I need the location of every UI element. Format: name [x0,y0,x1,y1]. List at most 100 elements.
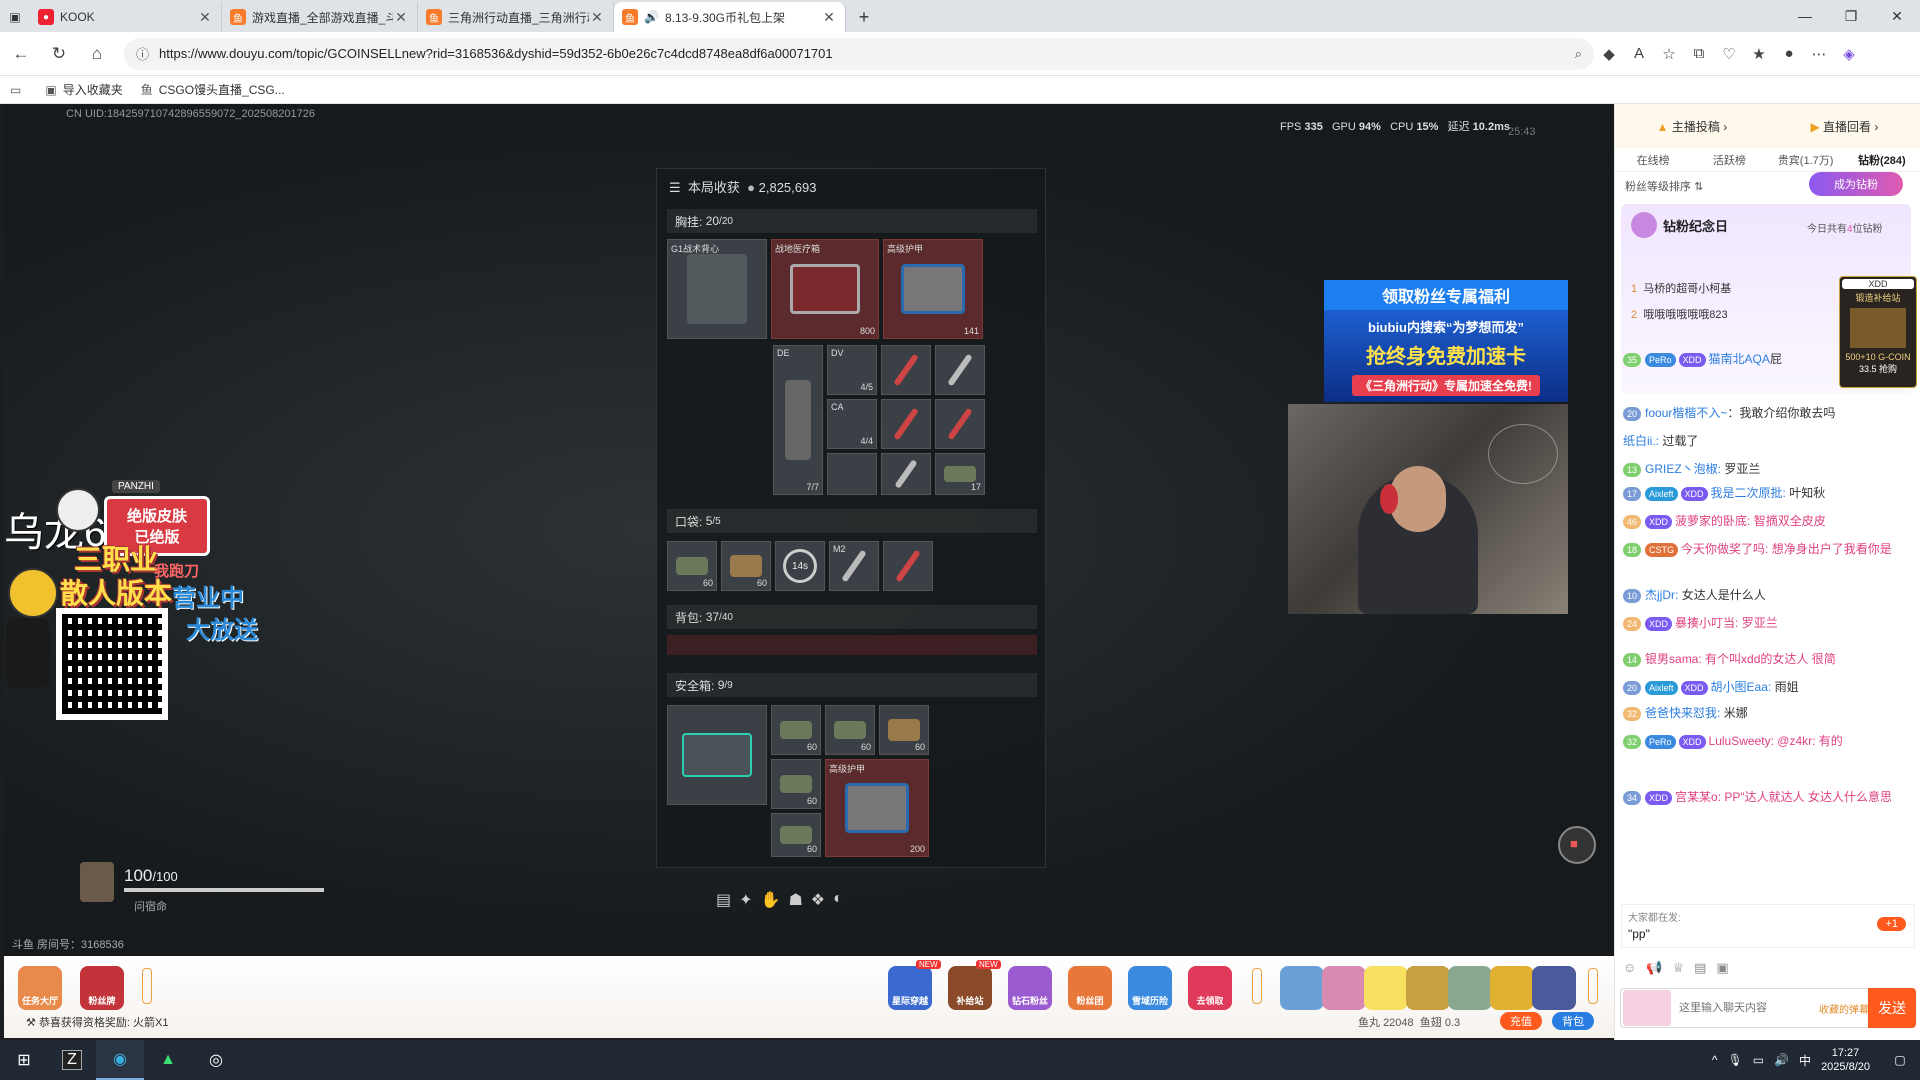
tab-vip[interactable]: 贵宾(1.7万) [1768,148,1844,171]
gift-star-travel[interactable]: 星际穿越 [888,966,932,1010]
favorite-import[interactable]: ▣ 导入收藏夹 [45,81,122,98]
ime-indicator[interactable]: 中 [1799,1052,1811,1069]
expand-right-button[interactable] [1588,968,1598,1004]
speaker-icon[interactable]: 🔊 [644,10,659,24]
loot-slot[interactable] [881,399,931,449]
gift-item-7[interactable] [1532,966,1576,1010]
minimize-button[interactable]: — [1782,0,1828,32]
chat-message[interactable]: 20 Aixleft XDD 胡小图Eaa: 雨姐 [1623,678,1913,696]
chat-username[interactable]: 我是二次原批: [1711,486,1786,500]
fan-sort[interactable]: 粉丝等级排序 ⇅ [1625,178,1703,194]
saved-danmu-button[interactable]: 收藏的弹幕 [1819,1001,1869,1016]
extensions-icon[interactable]: ⧉ [1684,39,1714,69]
sidebar-toggle[interactable]: ▭ [10,83,27,97]
chat-username[interactable]: 猫南北AQA [1709,352,1770,366]
mic-icon[interactable]: 🎙 [1728,1053,1743,1067]
rank-row[interactable]: 2 哦哦哦哦哦哦823 [1631,306,1728,322]
loot-slot[interactable]: M2 [829,541,879,591]
network-icon[interactable]: ▭ [1753,1053,1764,1067]
gift-diamond-fan[interactable]: 钻石粉丝 [1008,966,1052,1010]
safe-box-slot[interactable] [667,705,767,805]
gift-item-6[interactable] [1490,966,1534,1010]
tab-actions-button[interactable]: ▣ [0,2,30,32]
reload-button[interactable]: ↻ [42,37,76,71]
loot-slot[interactable]: CA 4/4 [827,399,877,449]
loot-slot[interactable]: 60 [771,705,821,755]
loot-slot[interactable]: 战地医疗箱 800 [771,239,879,339]
chat-message[interactable]: 32 爸爸快来怼我: 米娜 [1623,704,1913,722]
loot-slot[interactable]: 60 [825,705,875,755]
crown-icon[interactable]: ♕ [1672,960,1684,976]
bag-button[interactable]: 背包 [1552,1012,1594,1030]
zoom-icon[interactable]: ⌕ [1575,46,1582,62]
gift-item-4[interactable] [1406,966,1450,1010]
chat-message[interactable]: 13 GRIEZ丶泡椒: 罗亚兰 [1623,460,1913,478]
chat-username[interactable]: 银男sama: [1645,652,1702,666]
chat-message[interactable]: 10 杰jjDr: 女达人是什么人 [1623,586,1913,604]
taskbar-app-green[interactable]: ▲ [144,1040,192,1080]
loot-slot[interactable] [935,399,985,449]
expand-center-button[interactable] [1252,968,1262,1004]
windows-start-button[interactable]: ⊞ [0,1040,48,1080]
upload-link[interactable]: ▲ 主播投稿 › [1657,118,1728,135]
loot-slot[interactable] [881,453,931,495]
tool-icon[interactable]: ✦ [739,890,752,910]
tab-close-icon[interactable]: ✕ [197,9,213,26]
horn-icon[interactable]: 📢 [1646,960,1662,976]
taskbar-app-z[interactable]: Z [48,1040,96,1080]
card-icon[interactable]: ▤ [1694,960,1706,976]
clock[interactable]: 17:27 2025/8/20 [1821,1046,1870,1074]
tab-online[interactable]: 在线榜 [1615,148,1691,171]
fan-badge-button[interactable]: 粉丝牌 [80,966,124,1010]
gift-snow-adventure[interactable]: 雪域历险 [1128,966,1172,1010]
loot-slot[interactable]: 60 [879,705,929,755]
gift-box-icon[interactable]: ▣ [1716,960,1728,976]
gift-item-2[interactable] [1322,966,1366,1010]
read-aloud-icon[interactable]: A [1624,39,1654,69]
more-menu-icon[interactable]: ⋯ [1804,39,1834,69]
video-player[interactable]: CN UID:184259710742896559072_20250820172… [4,104,1614,956]
loot-slot[interactable]: 17 [935,453,985,495]
volume-icon[interactable]: 🔊 [1774,1053,1789,1067]
chat-username[interactable]: 菠萝家的卧底: [1675,514,1750,528]
tab-kook[interactable]: ● KOOK ✕ [30,2,222,32]
tab-active[interactable]: 活跃榜 [1691,148,1767,171]
loot-slot[interactable]: 60 [771,813,821,857]
taskbar-edge[interactable]: ◉ [96,1040,144,1080]
chat-message[interactable]: 34 XDD 宫某某o: PP"达人就达人 女达人什么意思 [1623,788,1913,806]
chat-username[interactable]: 爸爸快来怼我: [1645,706,1720,720]
loot-slot[interactable]: 高级护甲 200 [825,759,929,857]
url-field[interactable]: ⓘ https://www.douyu.com/topic/GCOINSELLn… [124,37,1594,70]
chat-input[interactable] [1679,1002,1819,1014]
chat-username[interactable]: 宫某某o: [1675,790,1721,804]
profile-avatar[interactable]: ● [1774,39,1804,69]
new-tab-button[interactable]: + [846,2,882,32]
restore-button[interactable]: ❐ [1828,0,1874,32]
chevron-up-icon[interactable]: ^ [1712,1053,1718,1067]
loot-slot[interactable]: 60 [771,759,821,809]
side-ad-card[interactable]: XDD 锻造补给站 500+10 G-COIN 33.5 抢购 [1839,276,1917,388]
loot-slot[interactable] [935,345,985,395]
tab-close-icon[interactable]: ✕ [589,9,605,26]
tab-delta-force[interactable]: 鱼 三角洲行动直播_三角洲行动直播 ✕ [418,2,614,32]
tab-close-icon[interactable]: ✕ [393,9,409,26]
back-button[interactable]: ← [4,37,38,71]
chat-message[interactable]: 24 XDD 暴揍小叮当: 罗亚兰 [1623,614,1913,632]
emoji-icon[interactable]: ☺ [1623,960,1636,976]
tab-gcoin[interactable]: 鱼 🔊 8.13-9.30G币礼包上架 ✕ [614,2,846,32]
loot-slot[interactable]: DE 7/7 [773,345,823,495]
tag-icon[interactable]: ❖ [811,890,825,910]
ear-icon[interactable]: ◐ [833,890,843,910]
close-window-button[interactable]: ✕ [1874,0,1920,32]
home-button[interactable]: ⌂ [80,37,114,71]
tab-close-icon[interactable]: ✕ [821,9,837,26]
expand-left-button[interactable] [142,968,152,1004]
recharge-button[interactable]: 充值 [1500,1012,1542,1030]
chat-message[interactable]: 46 XDD 菠萝家的卧底: 智摘双全皮皮 [1623,512,1913,530]
chat-message[interactable]: 17 Aixleft XDD 我是二次原批: 叶知秋 [1623,484,1913,502]
loot-slot[interactable]: 14s [775,541,825,591]
favorite-star-icon[interactable]: ☆ [1654,39,1684,69]
chat-message[interactable]: 35 PeRo XDD 猫南北AQA屁 [1623,350,1913,368]
replay-link[interactable]: ▶ 直播回看 › [1810,118,1878,135]
gift-item-3[interactable] [1364,966,1408,1010]
